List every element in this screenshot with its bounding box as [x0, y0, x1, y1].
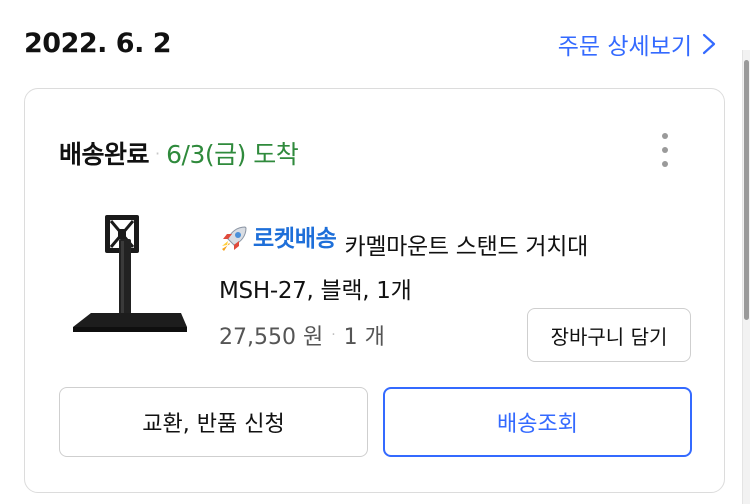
more-vertical-icon[interactable]: [658, 133, 672, 167]
rocket-icon: [222, 226, 247, 251]
product-name-line1: 카멜마운트 스탠드 거치대: [344, 234, 588, 260]
chevron-right-icon: [702, 33, 716, 55]
order-card: 배송완료 · 6/3(금) 도착 로켓배송 카멜마운트 스탠드 거치대 MSH-…: [24, 88, 725, 493]
order-date: 2022. 6. 2: [24, 28, 172, 59]
price-separator: ·: [331, 327, 336, 343]
product-image[interactable]: [69, 209, 189, 339]
rocket-badge-label: 로켓배송: [253, 226, 337, 252]
status-label: 배송완료: [59, 140, 150, 169]
status-separator: ·: [155, 143, 161, 163]
delivery-status: 배송완료 · 6/3(금) 도착: [59, 135, 299, 171]
product-price: 27,550 원: [219, 325, 324, 350]
add-to-cart-button[interactable]: 장바구니 담기: [527, 308, 691, 362]
product-name-line2: MSH-27, 블랙, 1개: [219, 278, 412, 304]
arrival-date: 6/3(금) 도착: [166, 140, 299, 169]
product-title[interactable]: 로켓배송 카멜마운트 스탠드 거치대 MSH-27, 블랙, 1개: [219, 217, 689, 313]
scrollbar-thumb[interactable]: [744, 60, 749, 320]
product-quantity: 1 개: [343, 325, 385, 350]
track-delivery-button[interactable]: 배송조회: [383, 387, 692, 457]
order-detail-label: 주문 상세보기: [557, 34, 692, 60]
order-detail-link[interactable]: 주문 상세보기: [558, 27, 716, 61]
price-quantity: 27,550 원 · 1 개: [219, 319, 385, 351]
exchange-return-button[interactable]: 교환, 반품 신청: [59, 387, 368, 457]
rocket-delivery-badge: 로켓배송: [219, 217, 337, 261]
